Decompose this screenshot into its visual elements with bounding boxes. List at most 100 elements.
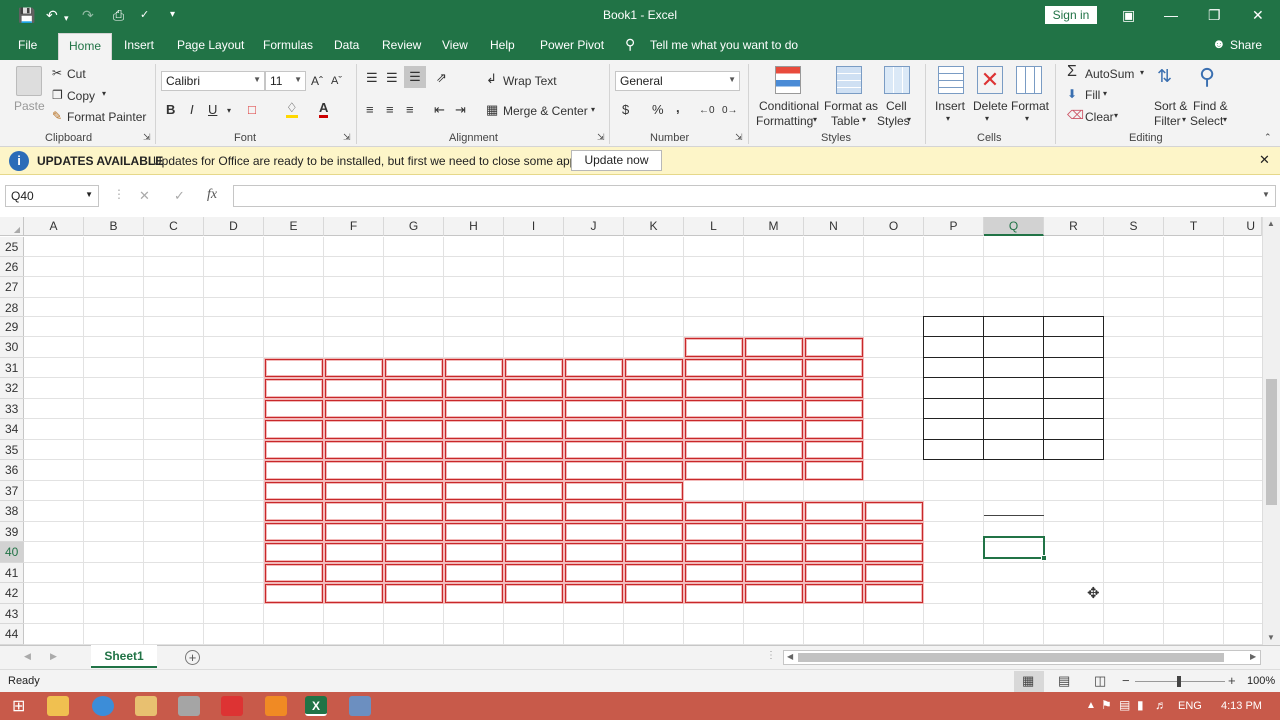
red-bordered-cell[interactable] xyxy=(265,564,323,582)
customize-toolbar-icon[interactable]: ▾ xyxy=(170,6,175,24)
red-bordered-cell[interactable] xyxy=(625,420,683,439)
align-top-icon[interactable]: ☰ xyxy=(366,69,378,87)
show-hidden-icons[interactable]: ▲ xyxy=(1086,700,1096,711)
conditional-formatting-icon[interactable] xyxy=(775,66,801,94)
red-bordered-cell[interactable] xyxy=(265,359,323,377)
red-bordered-cell[interactable] xyxy=(685,502,743,521)
clipboard-launcher-icon[interactable]: ⇲ xyxy=(143,132,151,143)
black-bordered-cell[interactable] xyxy=(983,357,1044,378)
decrease-indent-icon[interactable]: ⇤ xyxy=(434,101,445,119)
red-bordered-cell[interactable] xyxy=(685,400,743,418)
column-header-r[interactable]: R xyxy=(1044,217,1104,236)
red-bordered-cell[interactable] xyxy=(385,502,443,521)
red-bordered-cell[interactable] xyxy=(505,441,563,459)
red-bordered-cell[interactable] xyxy=(385,584,443,603)
red-bordered-cell[interactable] xyxy=(625,482,683,500)
red-bordered-cell[interactable] xyxy=(685,564,743,582)
copy-icon[interactable]: ❐ xyxy=(52,88,63,102)
internet-explorer-icon[interactable] xyxy=(92,696,114,716)
red-bordered-cell[interactable] xyxy=(745,420,803,439)
red-bordered-cell[interactable] xyxy=(805,502,863,521)
font-name-combo[interactable]: Calibri ▼ xyxy=(161,71,265,91)
red-bordered-cell[interactable] xyxy=(625,584,683,603)
active-cell-q40[interactable] xyxy=(983,536,1047,561)
clear-icon[interactable]: ⌫ xyxy=(1067,108,1084,122)
column-header-b[interactable]: B xyxy=(84,217,144,236)
autosum-button[interactable]: AutoSum xyxy=(1085,67,1134,81)
red-bordered-cell[interactable] xyxy=(385,523,443,541)
red-bordered-cell[interactable] xyxy=(805,420,863,439)
horizontal-scroll-thumb[interactable] xyxy=(798,653,1224,662)
red-bordered-cell[interactable] xyxy=(745,564,803,582)
red-bordered-cell[interactable] xyxy=(685,543,743,562)
red-bordered-cell[interactable] xyxy=(805,359,863,377)
column-header-k[interactable]: K xyxy=(624,217,684,236)
vlc-icon[interactable] xyxy=(265,696,287,716)
red-bordered-cell[interactable] xyxy=(505,482,563,500)
find-select-icon[interactable]: ⚲ xyxy=(1199,64,1215,90)
red-bordered-cell[interactable] xyxy=(625,441,683,459)
tab-review[interactable]: Review xyxy=(382,38,421,52)
red-bordered-cell[interactable] xyxy=(625,523,683,541)
red-bordered-cell[interactable] xyxy=(505,379,563,398)
red-bordered-cell[interactable] xyxy=(505,502,563,521)
red-bordered-cell[interactable] xyxy=(325,564,383,582)
red-bordered-cell[interactable] xyxy=(385,482,443,500)
black-bordered-cell[interactable] xyxy=(983,418,1044,440)
red-bordered-cell[interactable] xyxy=(565,543,623,562)
red-bordered-cell[interactable] xyxy=(805,379,863,398)
row-header-40[interactable]: 40 xyxy=(0,542,24,563)
red-bordered-cell[interactable] xyxy=(565,461,623,480)
red-bordered-cell[interactable] xyxy=(745,379,803,398)
black-bordered-cell[interactable] xyxy=(983,398,1044,419)
align-bottom-icon[interactable]: ☰ xyxy=(404,66,426,88)
chevron-down-icon[interactable]: ▾ xyxy=(1140,68,1144,77)
red-bordered-cell[interactable] xyxy=(745,543,803,562)
red-bordered-cell[interactable] xyxy=(865,564,923,582)
red-bordered-cell[interactable] xyxy=(325,482,383,500)
red-bordered-cell[interactable] xyxy=(685,461,743,480)
row-header-42[interactable]: 42 xyxy=(0,583,24,604)
spelling-icon[interactable]: ✓ xyxy=(140,6,149,24)
red-bordered-cell[interactable] xyxy=(805,441,863,459)
undo-icon[interactable]: ↶ xyxy=(46,6,58,24)
wrap-text-icon[interactable]: ↲ xyxy=(486,70,497,88)
conditional-formatting-label-1[interactable]: Conditional xyxy=(759,99,819,113)
tab-data[interactable]: Data xyxy=(334,38,359,52)
black-bordered-cell[interactable] xyxy=(1043,439,1104,460)
red-bordered-cell[interactable] xyxy=(685,359,743,377)
fill-handle[interactable] xyxy=(1041,555,1047,561)
vertical-scrollbar[interactable]: ▲ ▼ xyxy=(1262,217,1280,645)
tab-view[interactable]: View xyxy=(442,38,468,52)
decrease-decimal-icon[interactable]: 0→ xyxy=(722,102,738,120)
format-as-table-label-1[interactable]: Format as xyxy=(824,99,878,113)
horizontal-scrollbar[interactable]: ◀ ▶ xyxy=(783,650,1261,665)
file-explorer-icon[interactable] xyxy=(135,696,157,716)
red-bordered-cell[interactable] xyxy=(565,584,623,603)
red-bordered-cell[interactable] xyxy=(325,543,383,562)
row-header-36[interactable]: 36 xyxy=(0,460,24,481)
black-bordered-cell[interactable] xyxy=(1043,316,1104,337)
column-header-a[interactable]: A xyxy=(24,217,84,236)
italic-button[interactable]: I xyxy=(190,101,194,119)
red-bordered-cell[interactable] xyxy=(805,338,863,357)
tab-split-handle[interactable]: ⋮ xyxy=(766,650,776,661)
number-format-combo[interactable]: General ▼ xyxy=(615,71,740,91)
insert-cells-icon[interactable] xyxy=(938,66,964,94)
red-bordered-cell[interactable] xyxy=(445,482,503,500)
sort-filter-icon[interactable]: ⇅ xyxy=(1157,66,1172,87)
red-bordered-cell[interactable] xyxy=(745,502,803,521)
decrease-font-icon[interactable]: Aˇ xyxy=(331,72,342,90)
chevron-down-icon[interactable]: ▾ xyxy=(985,114,989,123)
column-header-c[interactable]: C xyxy=(144,217,204,236)
black-bordered-cell[interactable] xyxy=(923,336,984,358)
column-header-u[interactable]: U xyxy=(1224,217,1262,236)
column-header-o[interactable]: O xyxy=(864,217,924,236)
row-header-28[interactable]: 28 xyxy=(0,298,24,317)
chevron-down-icon[interactable]: ▾ xyxy=(1025,114,1029,123)
black-bordered-cell[interactable] xyxy=(983,316,1044,337)
restore-icon[interactable]: ❐ xyxy=(1208,6,1221,24)
align-right-icon[interactable]: ≡ xyxy=(406,101,414,119)
red-bordered-cell[interactable] xyxy=(565,502,623,521)
next-sheet-icon[interactable]: ▶ xyxy=(50,651,57,662)
